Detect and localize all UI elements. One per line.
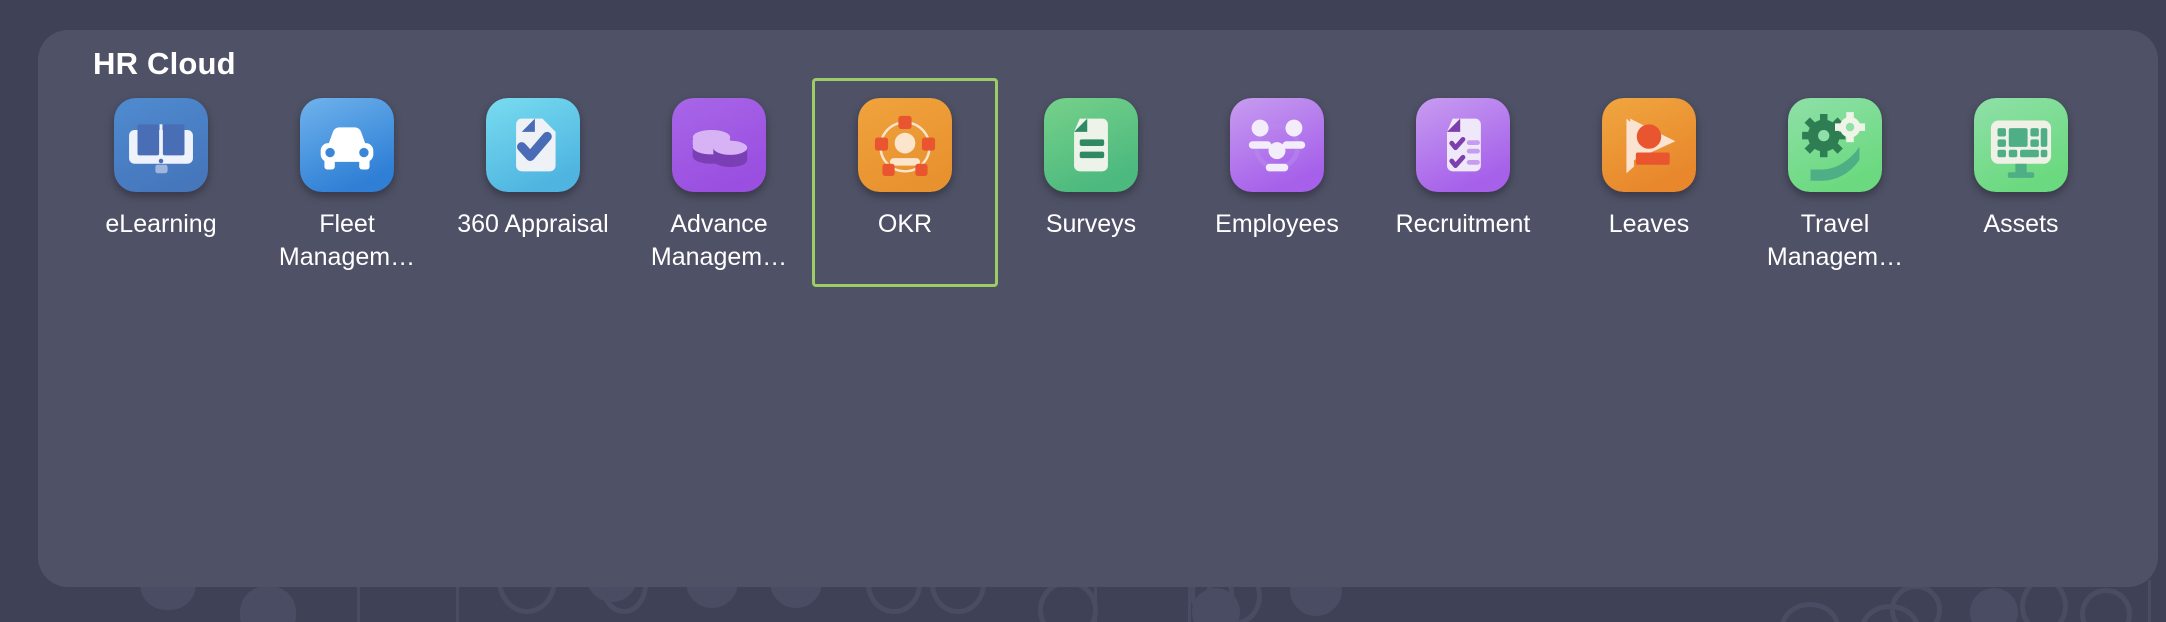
app-tile-label: Recruitment bbox=[1395, 210, 1531, 238]
app-tile-label: Leaves bbox=[1608, 210, 1690, 238]
app-tile-elearning[interactable]: eLearning bbox=[68, 78, 254, 287]
decorative-shape bbox=[240, 586, 296, 622]
app-tile-employees[interactable]: Employees bbox=[1184, 78, 1370, 287]
app-tile-label: eLearning bbox=[105, 210, 217, 238]
app-tile-fleet-managem[interactable]: Fleet Managem… bbox=[254, 78, 440, 287]
app-tile-label: Fleet Managem… bbox=[278, 210, 416, 271]
app-tile-label: Employees bbox=[1215, 210, 1339, 238]
people-network-icon bbox=[1230, 98, 1324, 192]
car-icon bbox=[300, 98, 394, 192]
app-tile-leaves[interactable]: Leaves bbox=[1556, 78, 1742, 287]
document-check-icon bbox=[486, 98, 580, 192]
decorative-shape bbox=[1860, 604, 1920, 622]
app-tile-label: Advance Managem… bbox=[650, 210, 788, 271]
app-tile-label: OKR bbox=[877, 210, 933, 238]
app-tile-advance-managem[interactable]: Advance Managem… bbox=[626, 78, 812, 287]
hr-cloud-card: HR Cloud eLearning Fleet Managem… 360 Ap… bbox=[38, 30, 2158, 587]
monitor-blocks-icon bbox=[1974, 98, 2068, 192]
decorative-shape bbox=[2080, 588, 2132, 622]
app-tile-label: 360 Appraisal bbox=[457, 210, 609, 238]
coins-stack-icon bbox=[672, 98, 766, 192]
page-title: HR Cloud bbox=[93, 46, 236, 81]
book-open-icon bbox=[114, 98, 208, 192]
decorative-shape bbox=[1890, 584, 1942, 622]
decorative-shape bbox=[2148, 580, 2151, 622]
app-tile-surveys[interactable]: Surveys bbox=[998, 78, 1184, 287]
survey-document-icon bbox=[1044, 98, 1138, 192]
flag-person-icon bbox=[1602, 98, 1696, 192]
app-tile-label: Travel Managem… bbox=[1766, 210, 1904, 271]
app-tile-360-appraisal[interactable]: 360 Appraisal bbox=[440, 78, 626, 287]
decorative-shape bbox=[1192, 588, 1240, 622]
app-tile-travel-managem[interactable]: Travel Managem… bbox=[1742, 78, 1928, 287]
checklist-document-icon bbox=[1416, 98, 1510, 192]
gears-chart-icon bbox=[1788, 98, 1882, 192]
app-tile-label: Surveys bbox=[1045, 210, 1137, 238]
app-tile-label: Assets bbox=[1983, 210, 2059, 238]
app-tile-assets[interactable]: Assets bbox=[1928, 78, 2114, 287]
app-tile-okr[interactable]: OKR bbox=[812, 78, 998, 287]
app-grid: eLearning Fleet Managem… 360 Appraisal A… bbox=[68, 78, 2138, 287]
decorative-shape bbox=[1970, 588, 2018, 622]
okr-target-person-icon bbox=[858, 98, 952, 192]
app-tile-recruitment[interactable]: Recruitment bbox=[1370, 78, 1556, 287]
decorative-shape bbox=[1780, 602, 1840, 622]
